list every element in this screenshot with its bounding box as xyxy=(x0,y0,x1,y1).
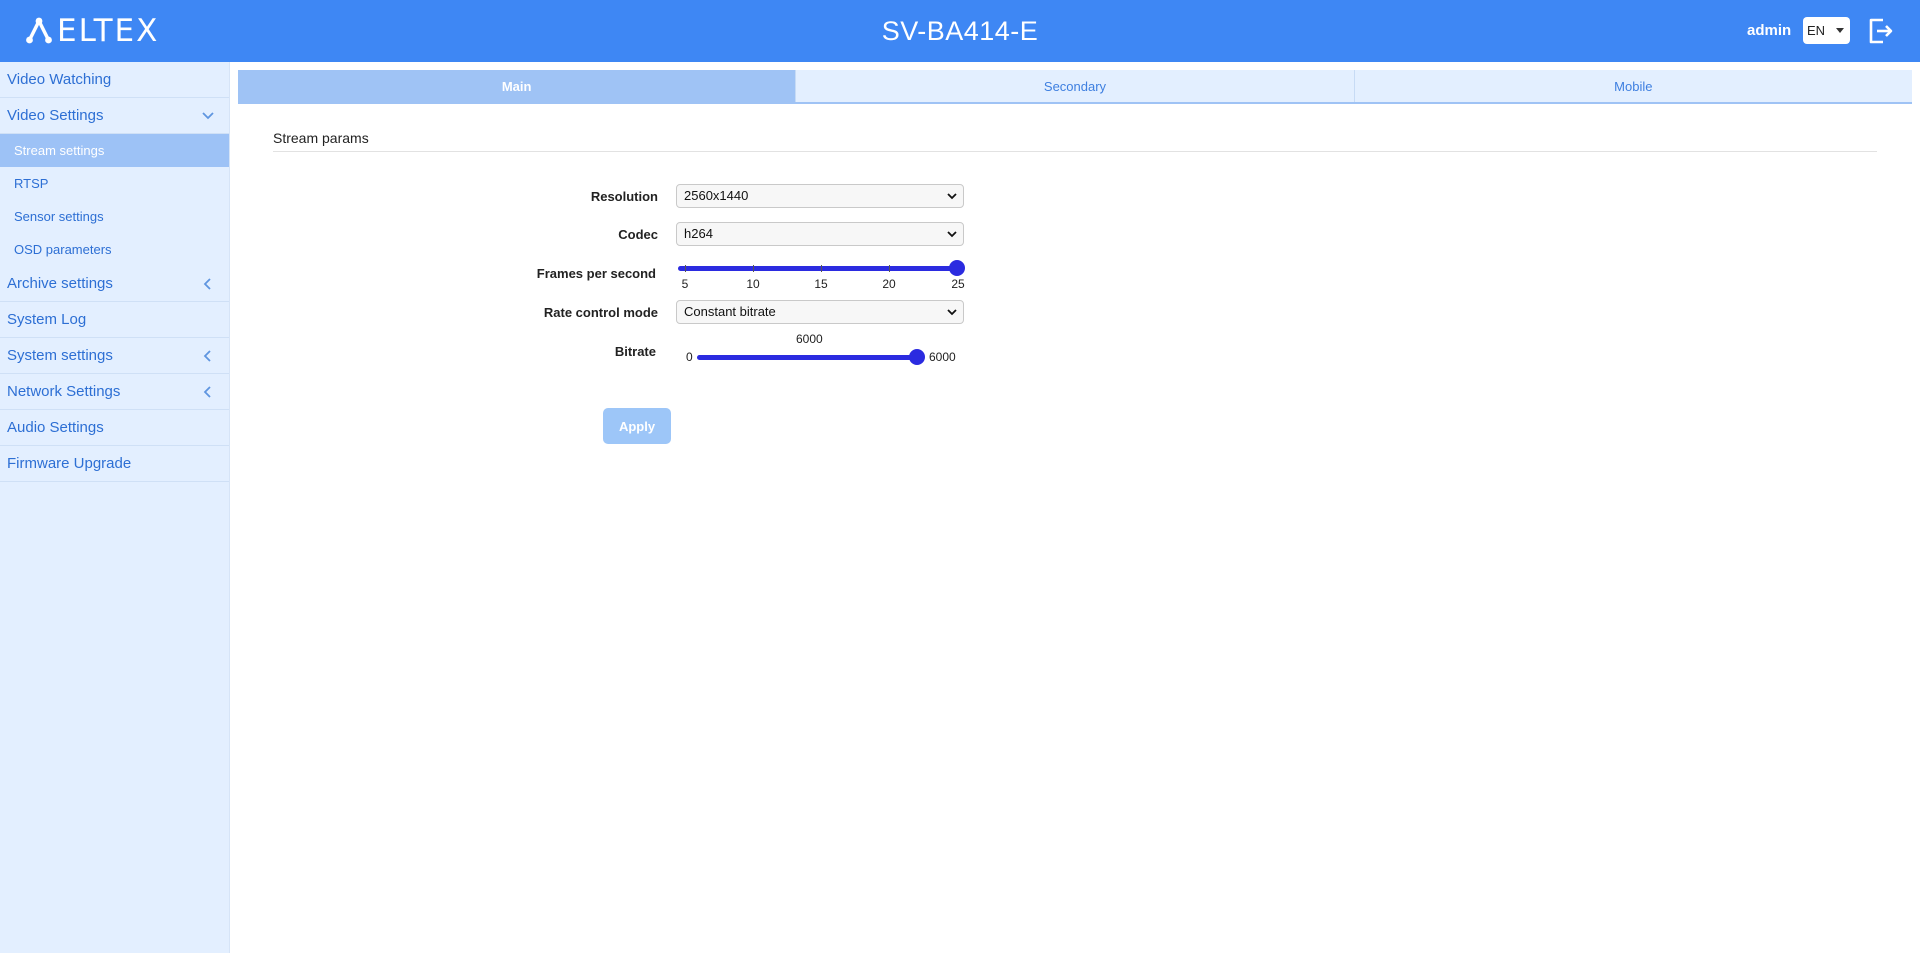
user-name: admin xyxy=(1747,22,1792,39)
rate-control-label: Rate control mode xyxy=(543,305,658,320)
fps-tick-label: 10 xyxy=(746,277,760,291)
fps-tick-label: 5 xyxy=(681,277,689,291)
section-divider xyxy=(273,151,1877,152)
codec-label: Codec xyxy=(618,227,658,242)
fps-tick xyxy=(685,265,686,272)
bitrate-current-value: 6000 xyxy=(796,332,823,346)
chevron-down-icon xyxy=(947,193,957,200)
caret-down-icon xyxy=(1836,28,1844,33)
fps-slider-handle[interactable] xyxy=(949,260,965,276)
sidebar-item-label: OSD parameters xyxy=(14,242,112,257)
sidebar-item-sensor-settings[interactable]: Sensor settings xyxy=(0,200,229,233)
sidebar-item-firmware-upgrade[interactable]: Firmware Upgrade xyxy=(0,446,229,482)
resolution-value: 2560x1440 xyxy=(684,188,749,203)
chevron-left-icon xyxy=(203,278,211,290)
sidebar-item-stream-settings[interactable]: Stream settings xyxy=(0,134,229,167)
fps-tick xyxy=(889,265,890,272)
bitrate-slider-handle[interactable] xyxy=(909,349,925,365)
sidebar-item-label: Stream settings xyxy=(14,143,105,158)
sidebar-item-label: System settings xyxy=(7,347,113,364)
fps-tick-label: 20 xyxy=(882,277,896,291)
sidebar-item-video-watching[interactable]: Video Watching xyxy=(0,62,229,98)
rate-control-value: Constant bitrate xyxy=(684,304,776,319)
section-title: Stream params xyxy=(273,130,369,146)
fps-slider-track[interactable] xyxy=(678,266,958,271)
fps-tick-label: 15 xyxy=(814,277,828,291)
sidebar-item-system-log[interactable]: System Log xyxy=(0,302,229,338)
fps-tick xyxy=(753,265,754,272)
sidebar-item-label: Sensor settings xyxy=(14,209,104,224)
codec-value: h264 xyxy=(684,226,713,241)
sidebar-item-label: Video Watching xyxy=(7,71,112,88)
stream-tabs: Main Secondary Mobile xyxy=(238,70,1912,104)
codec-select[interactable]: h264 xyxy=(676,222,964,246)
device-title: SV-BA414-E xyxy=(881,16,1039,46)
resolution-select[interactable]: 2560x1440 xyxy=(676,184,964,208)
fps-tick xyxy=(821,265,822,272)
language-select[interactable]: EN xyxy=(1803,17,1850,44)
sidebar-item-label: Audio Settings xyxy=(7,419,104,436)
rate-control-select[interactable]: Constant bitrate xyxy=(676,300,964,324)
sidebar-item-label: Video Settings xyxy=(7,107,104,124)
tab-secondary[interactable]: Secondary xyxy=(796,70,1355,102)
sidebar-item-rtsp[interactable]: RTSP xyxy=(0,167,229,200)
language-value: EN xyxy=(1807,23,1826,38)
chevron-down-icon xyxy=(947,309,957,316)
bitrate-slider-track[interactable] xyxy=(697,355,917,360)
chevron-down-icon xyxy=(947,231,957,238)
sidebar-item-network-settings[interactable]: Network Settings xyxy=(0,374,229,410)
sidebar-item-video-settings[interactable]: Video Settings xyxy=(0,98,229,134)
chevron-down-icon xyxy=(202,112,214,120)
sidebar-item-label: System Log xyxy=(7,311,87,328)
sidebar-item-label: Archive settings xyxy=(7,275,113,292)
apply-button[interactable]: Apply xyxy=(603,408,671,444)
bitrate-label: Bitrate xyxy=(614,344,656,359)
sidebar: Video Watching Video Settings Stream set… xyxy=(0,62,230,953)
resolution-label: Resolution xyxy=(590,189,658,204)
logout-icon[interactable] xyxy=(1866,16,1896,46)
sidebar-item-osd-parameters[interactable]: OSD parameters xyxy=(0,233,229,266)
bitrate-max-label: 6000 xyxy=(929,350,956,364)
app-header: ELTEX SV-BA414-E admin EN xyxy=(0,0,1920,62)
sidebar-item-archive-settings[interactable]: Archive settings xyxy=(0,266,229,302)
sidebar-item-label: Firmware Upgrade xyxy=(7,455,132,472)
sidebar-item-audio-settings[interactable]: Audio Settings xyxy=(0,410,229,446)
sidebar-item-system-settings[interactable]: System settings xyxy=(0,338,229,374)
fps-label: Frames per second xyxy=(536,266,656,281)
fps-tick-label: 25 xyxy=(951,277,965,291)
chevron-left-icon xyxy=(203,386,211,398)
tab-main[interactable]: Main xyxy=(238,70,797,102)
sidebar-item-label: RTSP xyxy=(14,176,49,191)
sidebar-item-label: Network Settings xyxy=(7,383,121,400)
tab-mobile[interactable]: Mobile xyxy=(1354,70,1912,102)
chevron-left-icon xyxy=(203,350,211,362)
bitrate-min-label: 0 xyxy=(686,350,693,364)
